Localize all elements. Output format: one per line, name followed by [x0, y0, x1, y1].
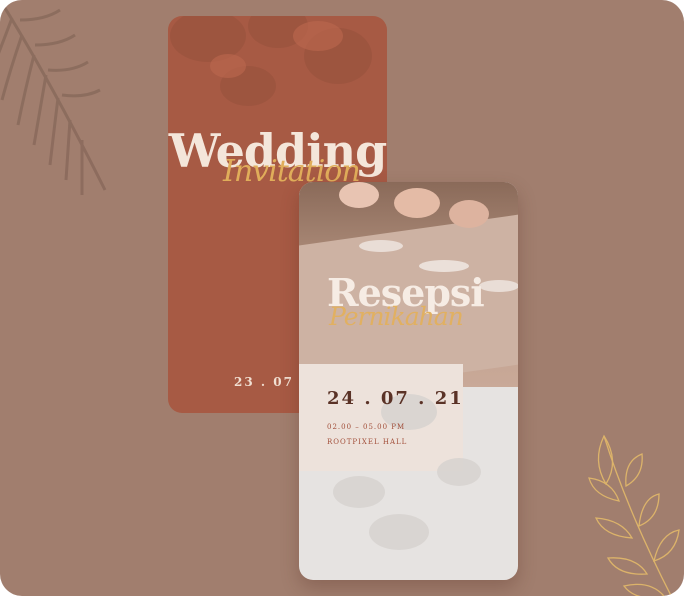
reception-venue: ROOTPIXEL HALL [327, 438, 408, 446]
floral-shadow-icon [170, 16, 372, 106]
reception-date: 24 . 07 . 21 [327, 388, 464, 409]
flower-arrangement [339, 182, 379, 208]
pernikahan-script-text: Pernikahan [329, 302, 464, 331]
plate [479, 280, 518, 292]
reception-card[interactable]: Resepsi Pernikahan 24 . 07 . 21 02.00 – … [299, 182, 518, 580]
palm-leaf-shadow-icon [0, 0, 107, 195]
leaf-shadow-icon [333, 394, 481, 550]
gold-leaf-branch-icon [588, 434, 680, 596]
flower-arrangement [449, 200, 489, 228]
reception-time: 02.00 – 05.00 PM [327, 423, 406, 431]
mockup-canvas: Wedding Invitation 23 . 07 . 21 Resepsi … [0, 0, 684, 596]
flower-arrangement [394, 188, 440, 218]
plate [359, 240, 403, 252]
